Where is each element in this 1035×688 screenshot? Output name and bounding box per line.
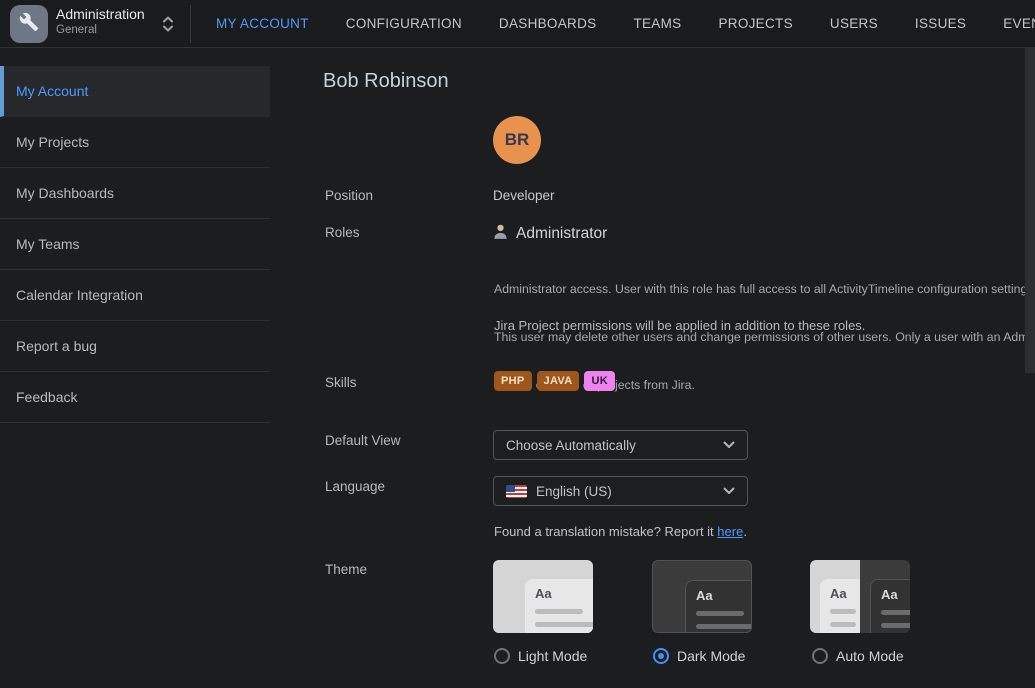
- radio-label-auto: Auto Mode: [836, 648, 904, 664]
- report-translation-link[interactable]: here: [717, 524, 743, 539]
- chevron-down-icon: [723, 441, 735, 449]
- theme-card-auto[interactable]: Aa Aa: [810, 560, 910, 633]
- theme-preview-panel: Aa: [525, 579, 593, 633]
- theme-preview-panel: Aa: [685, 580, 752, 633]
- sidebar-item-feedback[interactable]: Feedback: [0, 372, 270, 423]
- theme-preview-bar: [696, 611, 744, 616]
- roles-label: Roles: [325, 225, 360, 240]
- theme-option-auto[interactable]: Auto Mode: [812, 648, 904, 664]
- theme-auto-dark-half: Aa: [860, 560, 910, 633]
- app-subtitle: General: [56, 24, 145, 37]
- role-description-line: Administrator access. User with this rol…: [494, 281, 1035, 297]
- nav-dashboards[interactable]: DASHBOARDS: [499, 16, 597, 31]
- theme-preview-bar: [696, 624, 752, 629]
- app-title-block: Administration General: [56, 6, 145, 37]
- wrench-icon: [19, 12, 39, 37]
- sidebar-item-calendar-integration[interactable]: Calendar Integration: [0, 270, 270, 321]
- theme-preview-panel: Aa: [820, 579, 860, 633]
- skill-badge-uk: UK: [584, 371, 615, 391]
- theme-preview-bar: [535, 609, 583, 614]
- chevron-down-icon: [723, 487, 735, 495]
- default-view-label: Default View: [325, 433, 401, 448]
- sidebar-item-report-a-bug[interactable]: Report a bug: [0, 321, 270, 372]
- language-label: Language: [325, 479, 385, 494]
- app-title: Administration: [56, 6, 145, 22]
- theme-preview-text: Aa: [535, 586, 593, 601]
- chevron-down-icon: [163, 25, 173, 32]
- nav-my-account[interactable]: MY ACCOUNT: [216, 16, 309, 31]
- language-select[interactable]: English (US): [493, 476, 748, 506]
- theme-preview-bar: [881, 610, 910, 615]
- role-description: Administrator access. User with this rol…: [494, 249, 1035, 425]
- radio-auto-mode[interactable]: [812, 648, 828, 664]
- user-icon: [492, 223, 509, 245]
- theme-preview-bar: [535, 622, 593, 627]
- sidebar-item-my-account[interactable]: My Account: [0, 66, 270, 117]
- nav-projects[interactable]: PROJECTS: [718, 16, 792, 31]
- theme-preview-panel: Aa: [870, 579, 910, 633]
- theme-preview-text: Aa: [830, 586, 860, 601]
- theme-preview-bar: [830, 609, 856, 614]
- administration-app-button[interactable]: [10, 5, 48, 43]
- radio-dark-mode[interactable]: [653, 648, 669, 664]
- position-value: Developer: [493, 188, 555, 203]
- top-nav-menu: MY ACCOUNT CONFIGURATION DASHBOARDS TEAM…: [216, 0, 1035, 47]
- chevron-up-icon: [163, 16, 173, 23]
- radio-label-dark: Dark Mode: [677, 648, 745, 664]
- role-name: Administrator: [516, 225, 607, 243]
- skills-label: Skills: [325, 375, 357, 390]
- radio-light-mode[interactable]: [494, 648, 510, 664]
- default-view-value: Choose Automatically: [506, 438, 723, 453]
- page-title: Bob Robinson: [323, 70, 449, 93]
- theme-option-dark[interactable]: Dark Mode: [653, 648, 745, 664]
- theme-option-light[interactable]: Light Mode: [494, 648, 587, 664]
- theme-card-dark[interactable]: Aa: [652, 560, 752, 633]
- translation-note-text: Found a translation mistake? Report it: [494, 524, 717, 539]
- theme-label: Theme: [325, 562, 367, 577]
- theme-preview-bar: [830, 622, 856, 627]
- top-navigation-bar: Administration General MY ACCOUNT CONFIG…: [0, 0, 1035, 48]
- skill-badge-java: JAVA: [537, 371, 580, 391]
- us-flag-icon: [506, 485, 527, 498]
- position-label: Position: [325, 188, 373, 203]
- language-value: English (US): [536, 484, 723, 499]
- sidebar: My Account My Projects My Dashboards My …: [0, 48, 270, 423]
- nav-issues[interactable]: ISSUES: [915, 16, 966, 31]
- topbar-divider: [190, 5, 191, 43]
- nav-users[interactable]: USERS: [830, 16, 878, 31]
- skill-badge-php: PHP: [494, 371, 532, 391]
- sidebar-item-my-projects[interactable]: My Projects: [0, 117, 270, 168]
- theme-card-light[interactable]: Aa: [493, 560, 593, 633]
- nav-teams[interactable]: TEAMS: [633, 16, 681, 31]
- nav-configuration[interactable]: CONFIGURATION: [346, 16, 462, 31]
- theme-auto-light-half: Aa: [810, 560, 860, 633]
- theme-preview-bar: [881, 623, 910, 628]
- translation-note: Found a translation mistake? Report it h…: [494, 524, 747, 539]
- avatar[interactable]: BR: [493, 116, 541, 164]
- app-switcher-button[interactable]: [161, 13, 175, 35]
- radio-label-light: Light Mode: [518, 648, 587, 664]
- vertical-scrollbar[interactable]: [1025, 48, 1035, 373]
- page: Administration General MY ACCOUNT CONFIG…: [0, 0, 1035, 688]
- sidebar-item-my-dashboards[interactable]: My Dashboards: [0, 168, 270, 219]
- role-entry: Administrator: [492, 223, 607, 245]
- default-view-select[interactable]: Choose Automatically: [493, 430, 748, 460]
- sidebar-item-my-teams[interactable]: My Teams: [0, 219, 270, 270]
- theme-preview-text: Aa: [696, 588, 752, 603]
- theme-preview-text: Aa: [881, 587, 910, 602]
- nav-events[interactable]: EVENTS: [1003, 16, 1035, 31]
- role-note: Jira Project permissions will be applied…: [494, 318, 865, 333]
- translation-note-period: .: [743, 524, 747, 539]
- skills-list: PHP JAVA UK: [494, 371, 615, 391]
